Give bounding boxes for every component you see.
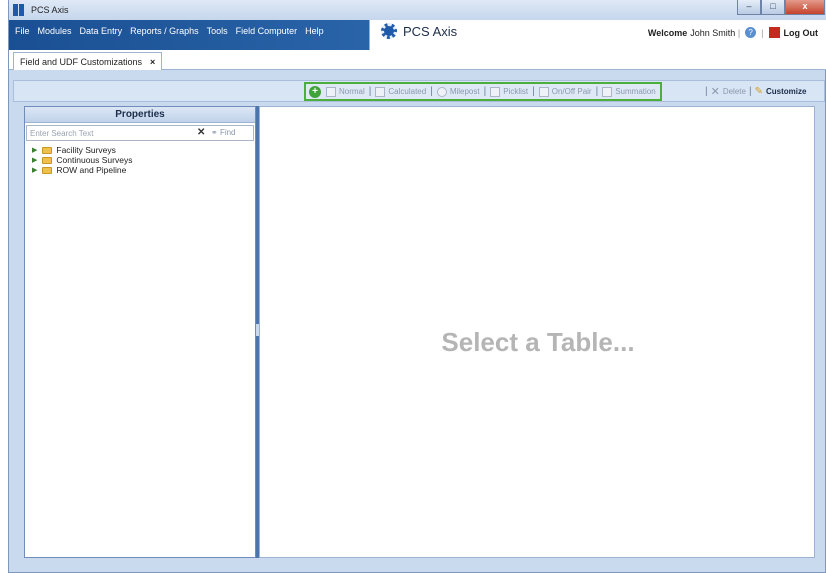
menu-file[interactable]: File	[15, 26, 30, 36]
delete-icon: ✕	[710, 86, 720, 98]
properties-title: Properties	[25, 107, 255, 123]
tree-item-label: ROW and Pipeline	[56, 165, 127, 175]
expand-arrow-icon[interactable]: ▶	[32, 146, 37, 154]
search-input[interactable]	[27, 126, 192, 140]
menu-help[interactable]: Help	[305, 26, 324, 36]
toolbar-actions: | ✕ Delete | ✎ Customize	[702, 85, 806, 98]
app-window: PCS Axis – □ x File Modules Data Entry R…	[8, 0, 826, 573]
milepost-icon	[436, 86, 447, 97]
maximize-button[interactable]: □	[761, 0, 785, 15]
brand-name: PCS Axis	[403, 23, 458, 39]
toolbar: + Normal | Calculated | Milepost | Pickl…	[13, 80, 825, 102]
menu-field-computer[interactable]: Field Computer	[236, 26, 298, 36]
milepost-button[interactable]: Milepost	[436, 86, 480, 97]
menu-data-entry[interactable]: Data Entry	[80, 26, 123, 36]
menu-modules[interactable]: Modules	[38, 26, 72, 36]
calculated-button[interactable]: Calculated	[375, 86, 426, 97]
logout-link[interactable]: Log Out	[784, 28, 819, 38]
separator: |	[532, 86, 535, 97]
search-row: ✕ ⚭ Find	[26, 125, 254, 141]
picklist-button[interactable]: Picklist	[490, 86, 528, 97]
properties-panel: Properties ✕ ⚭ Find ▶ Facility Surveys ▶…	[24, 106, 256, 558]
find-button[interactable]: ⚭ Find	[211, 128, 236, 137]
separator: |	[705, 86, 708, 97]
clear-search-icon[interactable]: ✕	[197, 127, 205, 138]
menu-items: File Modules Data Entry Reports / Graphs…	[9, 26, 326, 36]
binoculars-icon: ⚭	[211, 128, 218, 137]
separator: |	[748, 86, 752, 97]
tree-item-facility-surveys[interactable]: ▶ Facility Surveys	[32, 145, 255, 155]
tree-item-label: Facility Surveys	[56, 145, 116, 155]
close-button[interactable]: x	[785, 0, 825, 15]
expand-arrow-icon[interactable]: ▶	[32, 156, 37, 164]
tab-bar: Field and UDF Customizations ×	[9, 50, 826, 70]
separator: |	[430, 86, 433, 97]
welcome-label: Welcome	[647, 27, 688, 38]
summation-button[interactable]: Summation	[602, 86, 656, 97]
find-label: Find	[219, 128, 236, 137]
separator: |	[735, 27, 741, 38]
delete-button[interactable]: Delete	[723, 87, 746, 96]
separator: |	[483, 86, 487, 97]
user-area: Welcome John Smith | ? | Log Out	[648, 27, 821, 38]
tab-label: Field and UDF Customizations	[20, 56, 143, 67]
title-bar[interactable]: PCS Axis – □ x	[9, 0, 826, 20]
app-logo-icon	[13, 4, 25, 16]
logout-icon[interactable]	[768, 27, 780, 38]
picklist-icon	[490, 86, 501, 97]
add-icon[interactable]: +	[309, 85, 321, 98]
window-controls: – □ x	[737, 0, 825, 16]
menu-reports-graphs[interactable]: Reports / Graphs	[130, 26, 199, 36]
minimize-button[interactable]: –	[737, 0, 761, 15]
brand: PCS Axis	[381, 23, 457, 39]
wrench-icon: ✎	[754, 86, 763, 97]
tab-field-udf-customizations[interactable]: Field and UDF Customizations ×	[13, 52, 163, 70]
window-title: PCS Axis	[31, 5, 69, 15]
on-off-pair-button[interactable]: On/Off Pair	[538, 86, 592, 97]
brand-logo-icon	[381, 23, 397, 39]
select-table-placeholder: Select a Table...	[441, 327, 635, 357]
calculated-icon	[375, 86, 386, 97]
user-name: John Smith	[690, 27, 736, 38]
help-icon[interactable]: ?	[745, 27, 757, 38]
menu-bar: File Modules Data Entry Reports / Graphs…	[9, 20, 826, 50]
properties-tree: ▶ Facility Surveys ▶ Continuous Surveys …	[25, 145, 255, 175]
expand-arrow-icon[interactable]: ▶	[32, 166, 37, 174]
menu-tools[interactable]: Tools	[207, 26, 228, 36]
separator: |	[368, 86, 372, 97]
tree-item-label: Continuous Surveys	[56, 155, 133, 165]
main-content: Select a Table...	[259, 106, 815, 558]
summation-icon	[602, 86, 613, 97]
customize-button[interactable]: Customize	[766, 87, 806, 96]
folder-icon	[42, 146, 53, 154]
folder-icon	[42, 156, 53, 164]
tree-item-continuous-surveys[interactable]: ▶ Continuous Surveys	[32, 155, 255, 165]
separator: |	[761, 27, 764, 38]
on-off-pair-icon	[538, 86, 549, 97]
tree-item-row-and-pipeline[interactable]: ▶ ROW and Pipeline	[32, 165, 255, 175]
normal-button[interactable]: Normal	[326, 86, 365, 97]
tab-close-icon[interactable]: ×	[150, 57, 155, 67]
separator: |	[595, 86, 599, 97]
normal-icon	[326, 86, 336, 97]
add-field-group: + Normal | Calculated | Milepost | Pickl…	[304, 82, 662, 101]
folder-icon	[42, 166, 53, 174]
